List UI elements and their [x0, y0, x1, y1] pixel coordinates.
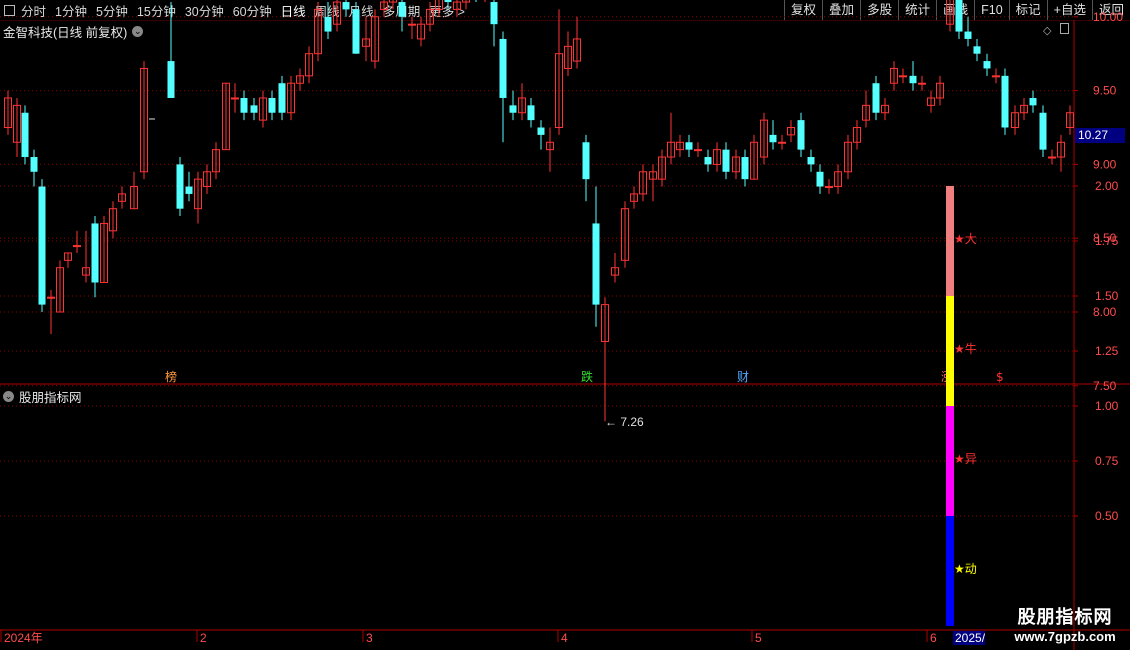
- candle-up: [1048, 156, 1056, 159]
- candle-down: [167, 61, 175, 98]
- candle-up: [408, 23, 416, 26]
- candle-down: [872, 83, 880, 113]
- time-axis-label: 4: [561, 631, 568, 645]
- price-tick-label: 9.50: [1093, 84, 1117, 98]
- candle-down: [704, 157, 712, 165]
- indicator-tick-label: 1.75: [1095, 234, 1119, 248]
- event-marker: 跌: [581, 369, 593, 384]
- candle-down: [1039, 112, 1047, 150]
- candle-up: [918, 82, 926, 85]
- time-axis-label: 5: [755, 631, 762, 645]
- candle-down: [537, 127, 545, 135]
- candle-down: [250, 105, 258, 113]
- indicator-signal-label: ★异: [954, 452, 977, 466]
- candle-up: [694, 149, 702, 152]
- indicator-signal-label: ★牛: [954, 341, 977, 356]
- indicator-bar-segment: [946, 296, 954, 406]
- candle-down: [342, 2, 350, 10]
- candle-down: [38, 186, 46, 305]
- current-date-label: 2025/: [955, 631, 986, 645]
- candle-down: [592, 223, 600, 305]
- candle-up: [825, 186, 833, 189]
- event-marker: 榜: [165, 369, 177, 384]
- kline-chart[interactable]: 11.5011.0010.5010.009.509.008.508.007.50…: [0, 0, 1130, 650]
- candle-down: [352, 9, 360, 54]
- price-tick-label: 10.00: [1093, 10, 1123, 24]
- candle-up: [778, 141, 786, 144]
- candle-up: [899, 75, 907, 78]
- candle-down: [582, 142, 590, 180]
- time-axis-label: 3: [366, 631, 373, 645]
- time-axis-label: 6: [930, 631, 937, 645]
- stock-title: 金智科技(日线 前复权): [3, 26, 128, 40]
- lock-icon[interactable]: [1060, 23, 1069, 34]
- candle-down: [176, 164, 184, 209]
- candle-down: [816, 171, 824, 187]
- price-tick-label: 8.00: [1093, 305, 1117, 319]
- candle-down: [509, 105, 517, 113]
- candle-up: [47, 296, 55, 299]
- candle-down: [964, 31, 972, 39]
- indicator-name: 股朋指标网: [19, 391, 82, 405]
- candle-down: [685, 142, 693, 150]
- candle-down: [527, 105, 535, 121]
- candle-down: [741, 157, 749, 180]
- candle-down: [324, 16, 332, 32]
- indicator-title: ⌄ 股朋指标网: [3, 387, 82, 406]
- candle-down: [909, 75, 917, 84]
- candle-down: [499, 38, 507, 98]
- chevron-down-icon[interactable]: ⌄: [132, 26, 144, 37]
- watermark-logo: 股朋指标网 www.7gpzb.com: [1005, 603, 1125, 644]
- candle-down: [955, 0, 963, 32]
- candle-down: [1029, 97, 1037, 106]
- indicator-signal-label: ★大: [954, 232, 977, 246]
- indicator-tick-label: 1.00: [1095, 399, 1119, 413]
- candle-down: [444, 0, 452, 3]
- price-tick-label: 9.00: [1093, 157, 1117, 171]
- candle-down: [973, 46, 981, 54]
- candle-down: [797, 120, 805, 150]
- time-axis-label: 2: [200, 631, 207, 645]
- candle-down: [1001, 75, 1009, 128]
- chart-title: 金智科技(日线 前复权) ⌄: [3, 22, 144, 41]
- candle-down: [983, 61, 991, 69]
- candle-down: [185, 186, 193, 194]
- event-marker: $: [996, 370, 1004, 384]
- watermark-title: 股朋指标网: [1017, 607, 1113, 627]
- candle-down: [490, 2, 498, 25]
- indicator-tick-label: 0.75: [1095, 454, 1119, 468]
- diamond-icon[interactable]: ◇: [1043, 24, 1051, 37]
- candle-down: [398, 2, 406, 17]
- candle-down: [268, 97, 276, 113]
- indicator-tick-label: 1.50: [1095, 289, 1119, 303]
- indicator-tick-label: 1.25: [1095, 344, 1119, 358]
- candle-down: [722, 149, 730, 172]
- candle-up: [73, 245, 81, 248]
- indicator-bar-segment: [946, 186, 954, 296]
- candle-down: [21, 112, 29, 158]
- candle-up: [231, 97, 239, 100]
- event-marker: 财: [737, 370, 749, 384]
- indicator-bar-segment: [946, 516, 954, 626]
- candle-down: [240, 97, 248, 113]
- candle-down: [807, 157, 815, 165]
- candle-down: [769, 134, 777, 143]
- price-tick-label: 7.50: [1093, 379, 1117, 393]
- time-axis-label: 2024年: [4, 631, 43, 645]
- chevron-down-icon[interactable]: ⌄: [3, 391, 14, 402]
- candle-up: [992, 75, 1000, 78]
- candle-down: [91, 223, 99, 283]
- indicator-signal-label: ★动: [954, 562, 977, 576]
- candle-down: [30, 157, 38, 172]
- indicator-bar-segment: [946, 406, 954, 516]
- indicator-tick-label: 2.00: [1095, 179, 1119, 193]
- candle-down: [278, 83, 286, 113]
- indicator-tick-label: 0.50: [1095, 509, 1119, 523]
- last-price-tag: 10.27: [1075, 128, 1125, 143]
- watermark-url: www.7gpzb.com: [1014, 629, 1116, 644]
- low-price-label: ← 7.26: [605, 415, 644, 429]
